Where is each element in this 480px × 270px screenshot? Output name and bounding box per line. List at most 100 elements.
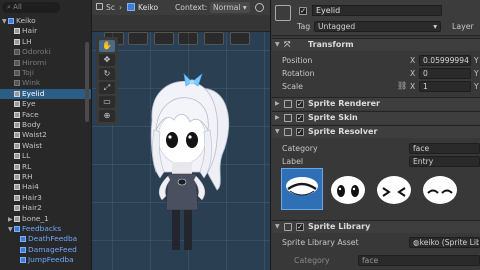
hierarchy-scrollbar[interactable] [85,42,89,122]
hierarchy-item-label: Face [22,109,39,119]
asset-icon: ◍ [413,238,420,247]
sprite-renderer-component-header[interactable]: ▶ ✓ Sprite Renderer [272,97,480,110]
hierarchy-item-odoroki[interactable]: Odoroki [0,47,91,57]
sprite-library-title: Sprite Library [308,222,371,231]
gameobject-icon [14,153,20,160]
hierarchy-item-eyelid[interactable]: Eyelid [0,88,91,100]
lighting-toggle[interactable] [204,32,224,45]
rotation-x-field[interactable]: 0 [419,68,471,79]
sprite-resolver-icon [284,128,292,136]
label-dropdown[interactable]: Entry [409,156,480,167]
sprite-thumbnail-1[interactable] [281,168,323,210]
position-x-field[interactable]: 0.05999994 [419,55,471,66]
sprite-skin-enabled-checkbox[interactable]: ✓ [296,114,304,122]
gameobject-icon [20,257,26,264]
gameobject-icon [14,226,20,232]
gameobject-icon [14,205,20,212]
scale-y-axis-label: Y [474,82,479,91]
hierarchy-item-ll[interactable]: LL [0,151,91,161]
hierarchy-item-waist[interactable]: Waist [0,141,91,151]
hierarchy-item-hair[interactable]: Hair [0,26,91,36]
hierarchy-item-hair3[interactable]: Hair3 [0,193,91,203]
sprite-library-icon [284,223,292,231]
hierarchy-item-hiromi[interactable]: Hiromi [0,58,91,68]
sprite-library-category-field[interactable]: face [358,255,480,266]
hierarchy-item-feedbacks[interactable]: ▼ Feedbacks [0,224,91,234]
rect-tool-icon[interactable]: ▭ [99,96,115,108]
expand-arrow-icon[interactable]: ▶ [275,112,280,124]
transform-component-header[interactable]: ▼ ⤧ Transform [272,38,480,51]
rotate-tool-icon[interactable]: ↻ [99,68,115,80]
collapse-arrow-icon[interactable]: ▼ [275,39,280,51]
character-sprite[interactable] [132,60,242,270]
hand-tool-icon[interactable]: ✋ [99,40,115,52]
chevron-down-icon: ▾ [433,22,437,31]
hierarchy-item-bone_1[interactable]: ▶ bone_1 [0,214,91,224]
sprite-resolver-title: Sprite Resolver [308,127,378,136]
sprite-library-enabled-checkbox[interactable]: ✓ [296,223,304,231]
label-label: Label [282,157,304,166]
gizmo-toggle-icon[interactable] [255,3,264,12]
scene-tab-label[interactable]: Sc [106,3,115,12]
hierarchy-item-eye[interactable]: Eye [0,99,91,109]
gameobject-icon [20,246,26,253]
hierarchy-item-keiko[interactable]: ▼ Keiko [0,16,91,26]
hierarchy-item-label: Keiko [16,16,36,25]
sprite-thumbnail-4[interactable] [419,168,461,210]
sprite-library-asset-field[interactable]: ◍keiko (Sprite Lib [409,237,480,248]
hierarchy-item-deathfeedba[interactable]: DeathFeedba [0,234,91,244]
shading-dropdown[interactable] [128,32,148,45]
constrain-proportions-icon[interactable]: ⛓ [397,81,407,90]
scale-tool-icon[interactable]: ⤢ [99,82,115,94]
sprite-resolver-component-header[interactable]: ▼ ✓ Sprite Resolver [272,125,480,138]
hierarchy-item-hai4[interactable]: Hai4 [0,182,91,192]
collapse-arrow-icon[interactable]: ▼ [275,221,280,233]
collapse-arrow-icon[interactable]: ▼ [275,126,280,138]
hierarchy-item-label: DeathFeedba [28,234,78,244]
context-dropdown[interactable]: Normal ▾ [210,2,250,13]
breadcrumb-separator: › [119,3,123,12]
hierarchy-item-rh[interactable]: RH [0,172,91,182]
hierarchy-search-placeholder: All [13,3,22,11]
position-label: Position [282,56,313,65]
tag-dropdown[interactable]: Untagged ▾ [314,21,441,32]
hierarchy-item-label: Hiromi [22,57,47,67]
hierarchy-item-wink[interactable]: Wink [0,78,91,88]
hierarchy-item-rl[interactable]: RL [0,162,91,172]
hierarchy-item-face[interactable]: Face [0,110,91,120]
audio-toggle[interactable] [230,32,250,45]
transform-title: Transform [308,40,354,49]
breadcrumb-keiko[interactable]: Keiko [138,3,158,12]
hierarchy-item-body[interactable]: Body [0,120,91,130]
hierarchy-item-label: Eyelid [22,88,45,98]
gameobject-icon [14,101,20,108]
hierarchy-item-hair2[interactable]: Hair2 [0,203,91,213]
sprite-thumbnail-2[interactable] [327,168,369,210]
sprite-thumbnail-3[interactable] [373,168,415,210]
expand-arrow-icon[interactable]: ▶ [275,98,280,110]
scale-x-field[interactable]: 1 [419,81,471,92]
sprite-library-component-header[interactable]: ▼ ✓ Sprite Library [272,220,480,233]
rotation-y-axis-label: Y [474,69,479,78]
pivot-toggle[interactable] [154,32,174,45]
move-tool-icon[interactable]: ✥ [99,54,115,66]
scene-view[interactable]: Sc › Keiko Context: Normal ▾ ✋ ✥ ↻ ⤢ ▭ ⊕ [91,0,271,270]
sprite-resolver-enabled-checkbox[interactable]: ✓ [296,128,304,136]
transform-tool-icon[interactable]: ⊕ [99,110,115,122]
active-checkbox[interactable]: ✓ [299,7,307,15]
rotation-label: Rotation [282,69,315,78]
category-dropdown[interactable]: face [409,143,480,154]
hierarchy-item-lh[interactable]: LH [0,37,91,47]
sprite-skin-component-header[interactable]: ▶ ✓ Sprite Skin [272,111,480,124]
sprite-renderer-enabled-checkbox[interactable]: ✓ [296,100,304,108]
hierarchy-item-label: Eye [22,99,36,109]
transform-icon: ⤧ [284,40,291,49]
gameobject-icon [14,194,20,201]
hierarchy-item-jumpfeedba[interactable]: JumpFeedba [0,255,91,265]
object-name-field[interactable]: Eyelid [312,5,442,16]
hierarchy-item-label: Waist [22,140,43,150]
hierarchy-search-field[interactable]: ⌕ All [2,2,60,13]
hierarchy-item-waist2[interactable]: Waist2 [0,130,91,140]
hierarchy-item-damagefeed[interactable]: DamageFeed [0,245,91,255]
hierarchy-item-toji[interactable]: Toji [0,68,91,78]
